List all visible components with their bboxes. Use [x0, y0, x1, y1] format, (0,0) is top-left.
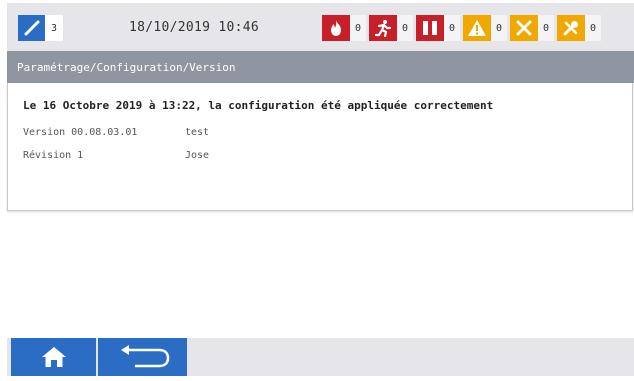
fire-icon	[322, 15, 350, 41]
config-applied-message: Le 16 Octobre 2019 à 13:22, la configura…	[23, 99, 494, 112]
home-icon	[41, 347, 66, 367]
alarm-warning[interactable]: 0	[463, 15, 507, 41]
warning-icon	[463, 15, 491, 41]
bottom-nav-bar	[7, 338, 634, 376]
alarm-maintenance-count: 0	[585, 15, 601, 41]
alarm-fault[interactable]: 0	[510, 15, 554, 41]
fire-door-icon	[416, 15, 444, 41]
alarm-evacuation[interactable]: 0	[369, 15, 413, 41]
status-bar: 3 18/10/2019 10:46 0 0 0 0 0 0	[7, 3, 634, 51]
system-ok-indicator[interactable]: 3	[18, 15, 63, 41]
check-icon	[18, 15, 45, 41]
screen: 3 18/10/2019 10:46 0 0 0 0 0 0 Paramétra…	[0, 0, 634, 381]
revision-value: Jose	[185, 150, 210, 161]
alarm-fire-door-count: 0	[444, 15, 460, 41]
back-arrow-icon	[120, 345, 169, 368]
alarm-maintenance[interactable]: 0	[557, 15, 601, 41]
version-panel: Le 16 Octobre 2019 à 13:22, la configura…	[7, 83, 633, 211]
breadcrumb: Paramétrage/Configuration/Version	[7, 51, 634, 83]
alarm-fire-count: 0	[350, 15, 366, 41]
alarm-fire[interactable]: 0	[322, 15, 366, 41]
revision-label: Révision 1	[23, 150, 84, 161]
evacuation-icon	[369, 15, 397, 41]
system-ok-count: 3	[45, 15, 63, 41]
alarm-evacuation-count: 0	[397, 15, 413, 41]
alarm-fire-door[interactable]: 0	[416, 15, 460, 41]
home-button[interactable]	[11, 338, 96, 376]
version-value: test	[185, 127, 210, 138]
version-row: Version 00.08.03.01 test	[23, 127, 209, 138]
alarm-fault-count: 0	[538, 15, 554, 41]
fault-icon	[510, 15, 538, 41]
revision-row: Révision 1 Jose	[23, 150, 209, 161]
datetime-display: 18/10/2019 10:46	[129, 20, 260, 35]
maintenance-icon	[557, 15, 585, 41]
version-label: Version 00.08.03.01	[23, 127, 138, 138]
back-button[interactable]	[98, 338, 187, 376]
alarm-warning-count: 0	[491, 15, 507, 41]
